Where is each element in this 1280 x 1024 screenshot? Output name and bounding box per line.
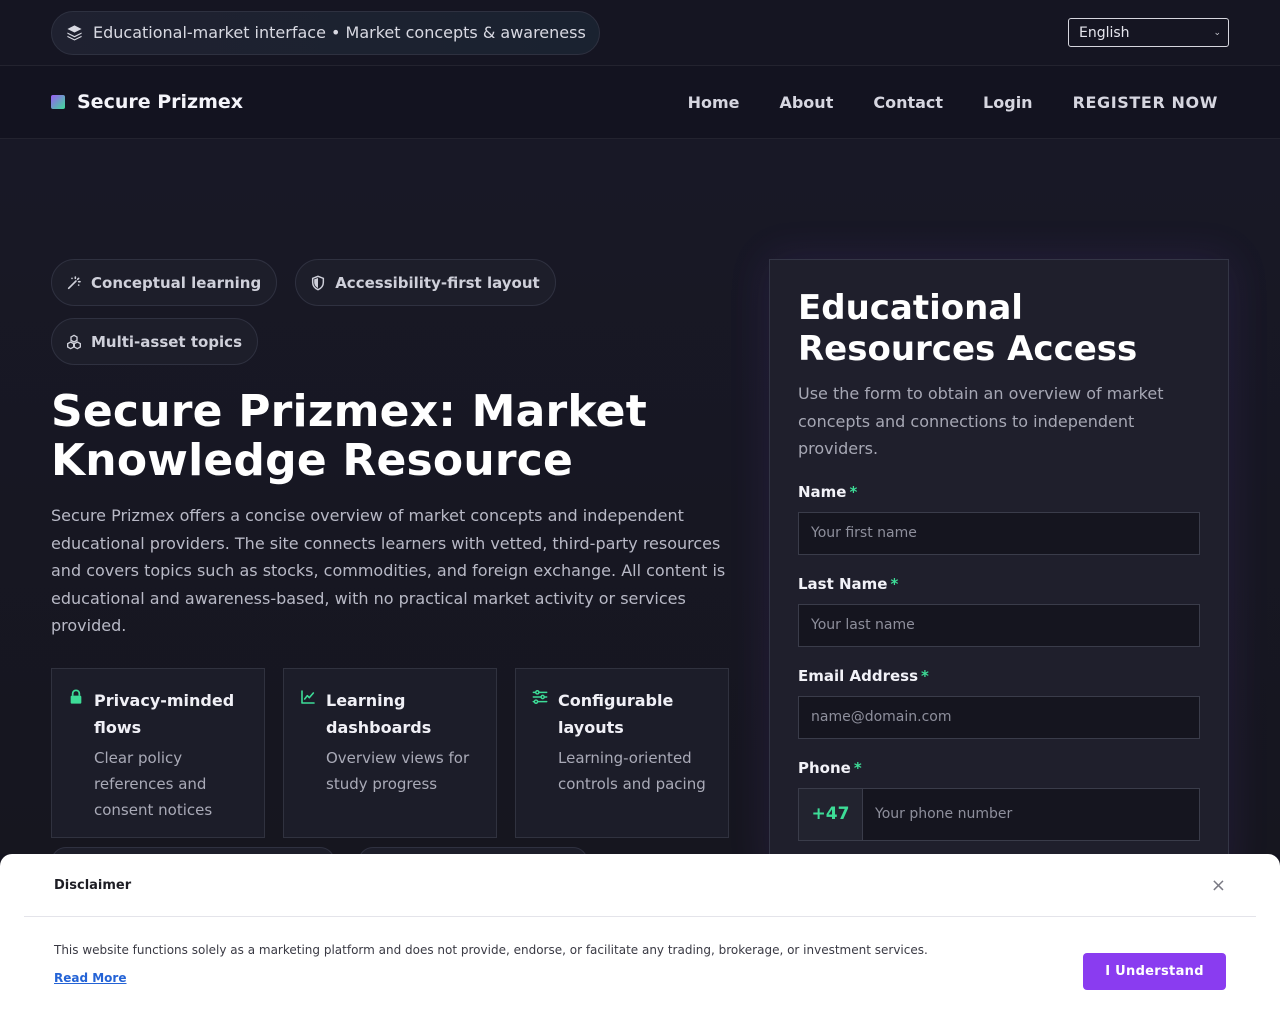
nav-link-about[interactable]: About: [779, 93, 833, 112]
placeholder: Your last name: [811, 617, 915, 633]
nav-link-contact[interactable]: Contact: [873, 93, 943, 112]
tag-label: Accessibility-first layout: [335, 273, 540, 292]
registration-form: Educational Resources Access Use the for…: [769, 259, 1229, 879]
required-mark: *: [921, 666, 929, 685]
phone-country-code[interactable]: +47: [799, 788, 863, 840]
tag-label: Multi-asset topics: [91, 332, 243, 351]
tag-conceptual-learning: Conceptual learning: [51, 259, 278, 306]
nav-link-home[interactable]: Home: [688, 93, 740, 112]
disclaimer-body: This website functions solely as a marke…: [0, 917, 1280, 990]
language-value: English: [1079, 24, 1130, 41]
feature-text: Learning-oriented controls and pacing: [558, 748, 706, 793]
disclaimer-title: Disclaimer: [54, 877, 132, 893]
form-title: Educational Resources Access: [798, 288, 1138, 369]
main-nav: Secure Prizmex Home About Contact Login …: [0, 66, 1280, 139]
top-bar: Educational-market interface • Market co…: [0, 0, 1280, 66]
placeholder: name@domain.com: [811, 709, 952, 725]
feature-title: Learning dashboards: [326, 690, 432, 737]
form-subtitle: Use the form to obtain an overview of ma…: [798, 384, 1164, 458]
email-input[interactable]: name@domain.com: [798, 695, 1200, 739]
tag-accessibility: Accessibility-first layout: [295, 259, 556, 306]
phone-label: Phone *: [798, 759, 1200, 777]
chevron-down-icon: ⌄: [1213, 27, 1221, 38]
feature-title: Configurable layouts: [558, 690, 674, 737]
language-select[interactable]: English ⌄: [1068, 18, 1229, 47]
sliders-icon: [532, 689, 548, 704]
feature-card: Privacy-minded flows Clear policy refere…: [51, 667, 265, 838]
placeholder: Your first name: [811, 525, 917, 541]
feature-title: Privacy-minded flows: [94, 690, 235, 737]
brand-name: Secure Prizmex: [77, 91, 244, 113]
nav-links: Home About Contact Login REGISTER NOW: [688, 93, 1218, 112]
disclaimer-banner: Disclaimer × This website functions sole…: [0, 854, 1280, 1024]
feature-text: Clear policy references and consent noti…: [94, 748, 213, 819]
required-mark: *: [849, 482, 858, 501]
layers-icon: [67, 25, 82, 41]
info-pill: Educational-market interface • Market co…: [51, 10, 600, 55]
label-text: Phone: [798, 758, 851, 777]
lock-icon: [70, 688, 82, 704]
feature-card: Configurable layouts Learning-oriented c…: [515, 667, 729, 838]
feature-cards: Privacy-minded flows Clear policy refere…: [51, 667, 729, 838]
chart-line-icon: [301, 689, 315, 704]
label-text: Email Address: [798, 666, 919, 685]
label-text: Last Name: [798, 574, 888, 593]
disclaimer-header: Disclaimer ×: [24, 854, 1256, 917]
feature-card: Learning dashboards Overview views for s…: [283, 667, 497, 838]
phone-input[interactable]: Your phone number: [863, 806, 1012, 822]
brand[interactable]: Secure Prizmex: [51, 91, 243, 113]
hero-section: Conceptual learning Accessibility-first …: [0, 139, 1280, 879]
email-label: Email Address *: [798, 667, 1200, 685]
magic-wand-icon: [67, 275, 81, 289]
tag-row: Multi-asset topics: [51, 318, 729, 365]
tag-label: Conceptual learning: [91, 273, 262, 292]
understand-button[interactable]: I Understand: [1083, 953, 1226, 990]
tag-row: Conceptual learning Accessibility-first …: [51, 259, 729, 306]
hero-left-column: Conceptual learning Accessibility-first …: [51, 259, 729, 838]
brand-logo-icon: [51, 95, 65, 109]
tag-multi-asset: Multi-asset topics: [51, 318, 259, 365]
nav-link-register[interactable]: REGISTER NOW: [1073, 93, 1218, 112]
info-pill-text: Educational-market interface • Market co…: [93, 23, 586, 42]
nav-link-login[interactable]: Login: [983, 93, 1033, 112]
last-name-label: Last Name *: [798, 575, 1200, 593]
disclaimer-text: This website functions solely as a marke…: [54, 943, 928, 957]
first-name-input[interactable]: Your first name: [798, 511, 1200, 555]
close-icon[interactable]: ×: [1211, 875, 1226, 896]
read-more-link[interactable]: Read More: [54, 971, 127, 985]
shield-icon: [312, 275, 325, 290]
required-mark: *: [853, 758, 862, 777]
required-mark: *: [890, 574, 899, 593]
name-label: Name *: [798, 483, 1200, 501]
feature-text: Overview views for study progress: [326, 748, 470, 793]
last-name-input[interactable]: Your last name: [798, 603, 1200, 647]
hero-title: Secure Prizmex: Market Knowledge Resourc…: [51, 386, 647, 486]
label-text: Name: [798, 482, 847, 501]
phone-field: +47 Your phone number: [798, 787, 1200, 841]
cubes-icon: [67, 334, 81, 349]
hero-description: Secure Prizmex offers a concise overview…: [51, 506, 726, 635]
